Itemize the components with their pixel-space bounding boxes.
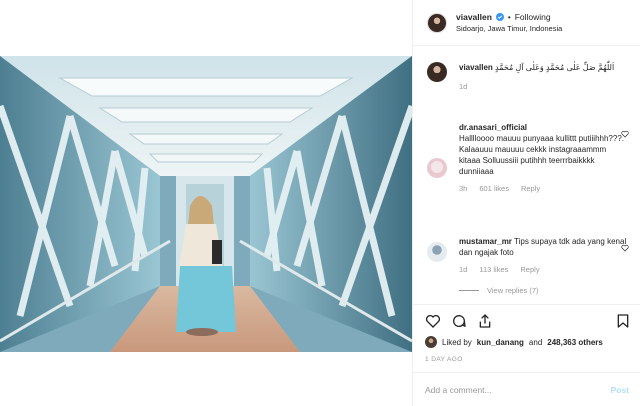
comment-icon[interactable] [451,313,467,329]
following-button[interactable]: Following [515,12,551,23]
post-location[interactable]: Sidoarjo, Jawa Timur, Indonesia [456,23,562,34]
heart-icon[interactable] [425,313,441,329]
post-timestamp[interactable]: 1 DAY AGO [425,356,463,363]
author-avatar[interactable] [427,12,447,33]
airport-jet-bridge-photo [0,56,412,352]
comment-reply-button[interactable]: Reply [520,264,539,275]
post-media-area [0,0,412,406]
comment-age[interactable]: 1d [459,264,467,275]
commenter-avatar[interactable] [427,158,447,178]
comment-age[interactable]: 3h [459,183,467,194]
comment-text: Halllloooo mauuu punyaaa kullittt putiii… [459,134,624,176]
comment-item: dr.anasari_official Halllloooo mauuu pun… [413,122,640,194]
comment-reply-button[interactable]: Reply [521,183,540,194]
likes-count[interactable]: 248,363 others [547,338,603,347]
header-separator: • [507,12,511,22]
action-bar [413,304,640,334]
post-side-panel: viavallen • Following Sidoarjo, Jawa Tim… [412,0,640,406]
caption-author-avatar[interactable] [427,62,447,82]
comment-likes[interactable]: 113 likes [479,264,508,275]
comment-username[interactable]: dr.anasari_official [459,123,527,132]
likes-summary: Liked by kun_danang and 248,363 others [425,336,603,348]
comment-item: mustamar_mr Tips supaya tdk ada yang ken… [413,236,640,275]
comment-like-heart-icon[interactable] [621,130,629,138]
post-header: viavallen • Following Sidoarjo, Jawa Tim… [413,0,640,46]
view-replies-label: View replies (7) [487,286,539,295]
add-comment-bar: Post [413,372,640,406]
liker-avatar[interactable] [425,336,437,348]
likes-conj: and [528,337,543,347]
caption: viavallen اَللّٰهُمَّ صَلِّ عَلٰى مُحَمَ… [413,62,640,92]
bookmark-icon[interactable] [615,313,631,329]
liker-username[interactable]: kun_danang [477,338,524,347]
caption-username[interactable]: viavallen [459,63,493,72]
commenter-avatar[interactable] [427,242,447,262]
likes-prefix: Liked by [442,337,472,347]
replies-divider [459,290,479,291]
caption-text: اَللّٰهُمَّ صَلِّ عَلٰى مُحَمَّدٍ وَعَلٰ… [495,63,615,72]
comment-like-heart-icon[interactable] [621,244,629,252]
view-replies-button[interactable]: View replies (7) [459,286,539,295]
post-comment-button[interactable]: Post [611,385,629,395]
comment-username[interactable]: mustamar_mr [459,237,512,246]
post-photo[interactable] [0,56,412,352]
author-username[interactable]: viavallen [456,12,492,23]
share-icon[interactable] [477,313,493,329]
caption-age[interactable]: 1d [459,81,467,92]
comment-likes[interactable]: 601 likes [479,183,509,194]
verified-badge-icon [495,13,504,21]
comment-input[interactable] [425,384,611,395]
